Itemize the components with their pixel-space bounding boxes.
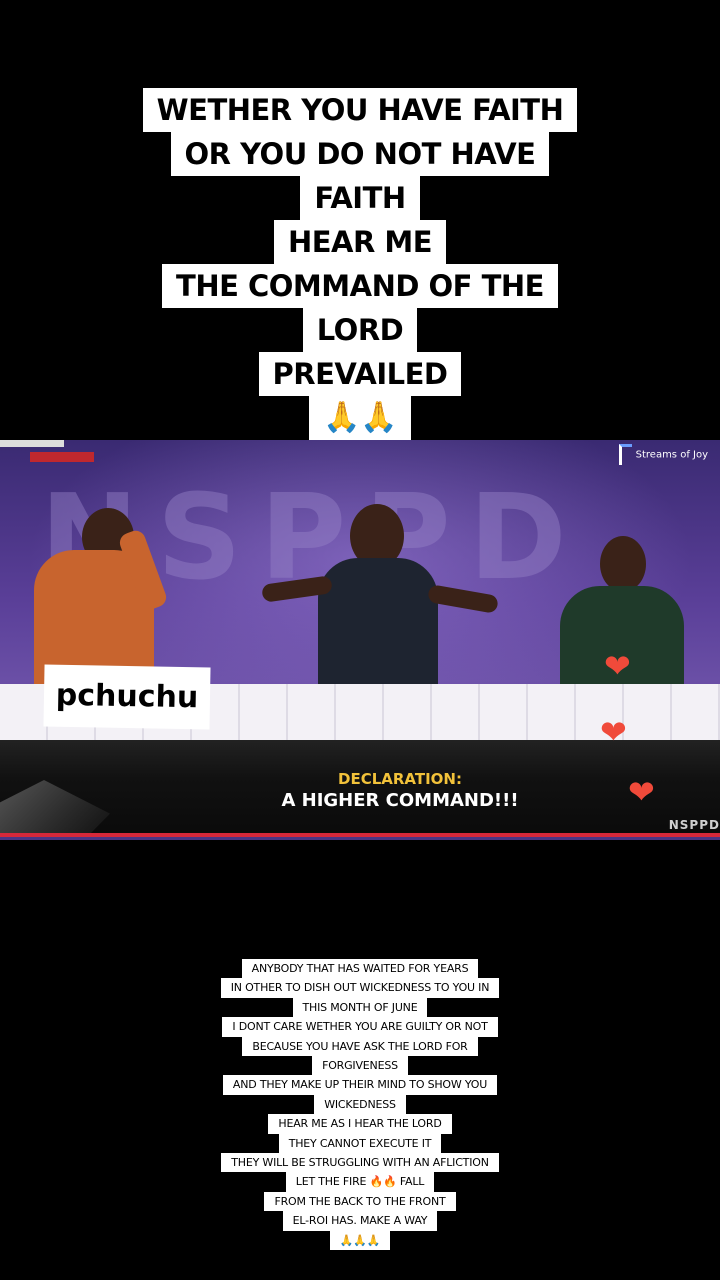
logo-text: Streams of Joy (635, 449, 708, 461)
broadcast-tag (0, 440, 64, 447)
caption-line: THIS MONTH OF JUNE (292, 997, 428, 1018)
corner-watermark: NSPPD (668, 818, 720, 832)
caption-line: THE COMMAND OF THE (162, 264, 558, 308)
caption-line: WETHER YOU HAVE FAITH (142, 88, 578, 132)
caption-line: I DONT CARE WETHER YOU ARE GUILTY OR NOT (222, 1017, 498, 1037)
caption-line: OR YOU DO NOT HAVE (170, 132, 550, 176)
caption-line: IN OTHER TO DISH OUT WICKEDNESS TO YOU I… (220, 978, 500, 998)
channel-logo: Streams of Joy (618, 444, 708, 465)
heart-icon: ❤ (600, 713, 627, 751)
caption-line: FORGIVENESS (312, 1056, 408, 1076)
caption-line: HEAR ME (273, 220, 447, 264)
caption-line: LORD (302, 308, 418, 352)
caption-line: BECAUSE YOU HAVE ASK THE LORD FOR (242, 1036, 478, 1057)
caption-line: ANYBODY THAT HAS WAITED FOR YEARS (241, 959, 479, 979)
logo-icon (618, 444, 632, 465)
banner-accent-line (0, 833, 720, 837)
caption-line: THEY WILL BE STRUGGLING WITH AN AFLICTIO… (221, 1153, 499, 1173)
praying-hands-emoji: 🙏🙏 (309, 396, 411, 440)
heart-icon: ❤ (628, 773, 655, 811)
heart-icon: ❤ (604, 647, 631, 685)
username-sticker: pchuchu (43, 664, 211, 730)
caption-line: EL-ROI HAS. MAKE A WAY (282, 1211, 438, 1231)
video-frame[interactable]: NSPPD Streams of Joy DECLARATION: A HIGH… (0, 440, 720, 840)
caption-line: AND THEY MAKE UP THEIR MIND TO SHOW YOU (222, 1075, 498, 1095)
live-tag (30, 452, 94, 462)
caption-line: THEY CANNOT EXECUTE IT (278, 1133, 442, 1154)
caption-line: HEAR ME AS I HEAR THE LORD (268, 1114, 452, 1134)
bottom-caption: ANYBODY THAT HAS WAITED FOR YEARS IN OTH… (0, 959, 720, 1251)
top-caption: WETHER YOU HAVE FAITH OR YOU DO NOT HAVE… (0, 88, 720, 440)
declaration-title: A HIGHER COMMAND!!! (281, 790, 519, 811)
praying-hands-emoji: 🙏🙏🙏 (329, 1230, 391, 1251)
caption-line: FROM THE BACK TO THE FRONT (264, 1191, 456, 1212)
caption-line: FAITH (300, 176, 420, 220)
caption-line: LET THE FIRE 🔥🔥 FALL (285, 1172, 435, 1192)
declaration-label: DECLARATION: (338, 770, 462, 788)
caption-line: PREVAILED (258, 352, 462, 396)
lower-third-banner (0, 740, 720, 836)
caption-line: WICKEDNESS (314, 1094, 406, 1115)
